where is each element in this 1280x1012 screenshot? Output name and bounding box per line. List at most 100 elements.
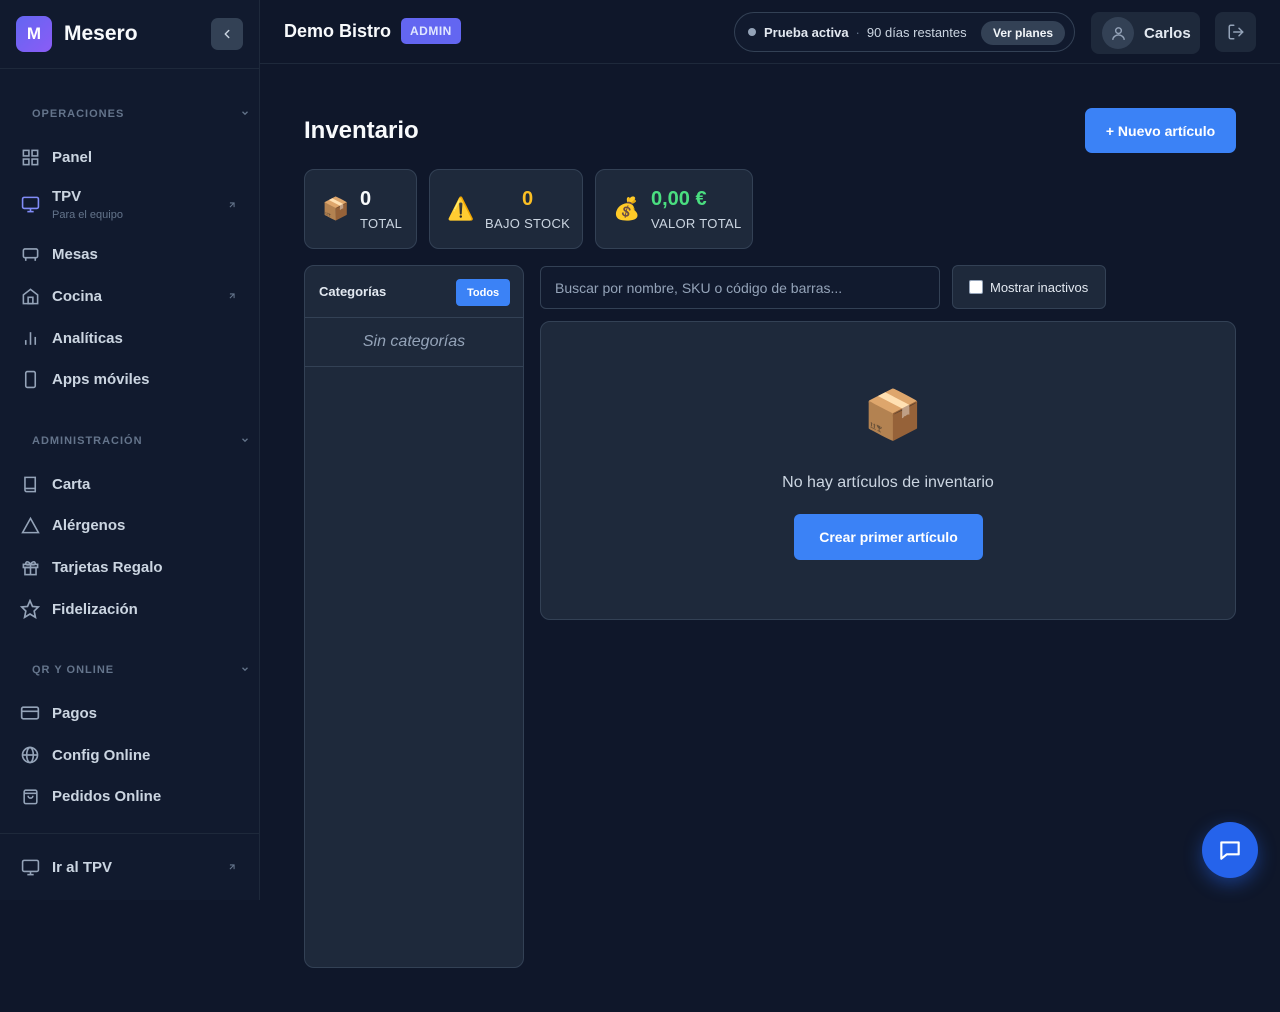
status-dot <box>748 28 756 36</box>
role-badge: ADMIN <box>401 18 461 44</box>
avatar <box>1102 17 1134 49</box>
brand-logo: M <box>16 16 52 52</box>
go-to-tpv-link[interactable]: Ir al TPV <box>0 849 259 885</box>
separator: · <box>855 24 860 40</box>
sidebar-item-label: Alérgenos <box>52 516 126 534</box>
sidebar-item-label: Pedidos Online <box>52 787 162 805</box>
warning-icon: ⚠️ <box>447 196 475 221</box>
stat-value: 0 <box>522 187 534 210</box>
sidebar-item-label: TPV <box>52 188 82 205</box>
book-icon <box>20 474 40 494</box>
sidebar-item-tpv[interactable]: TPV Para el equipo <box>0 182 259 228</box>
user-menu-button[interactable]: Carlos <box>1091 12 1200 54</box>
sidebar-item-config-online[interactable]: Config Online <box>0 737 259 773</box>
monitor-icon <box>20 857 40 877</box>
sidebar-item-fidelizacion[interactable]: Fidelización <box>0 591 259 627</box>
chat-icon <box>1220 841 1240 860</box>
globe-icon <box>20 745 40 765</box>
view-plans-button[interactable]: Ver planes <box>981 21 1066 45</box>
stat-card-total-value: 💰 0,00 € VALOR TOTAL <box>595 169 753 249</box>
sidebar-item-cocina[interactable]: Cocina <box>0 278 259 314</box>
sidebar-item-mesas[interactable]: Mesas <box>0 236 259 272</box>
sidebar-item-pagos[interactable]: Pagos <box>0 695 259 731</box>
categories-title: Categorías <box>319 284 387 299</box>
show-inactive-toggle[interactable]: Mostrar inactivos <box>952 265 1106 309</box>
categories-empty-text: Sin categorías <box>305 318 523 367</box>
user-name: Carlos <box>1144 24 1191 42</box>
external-link-icon <box>229 864 235 870</box>
section-header-administracion[interactable]: ADMINISTRACIÓN <box>32 435 143 447</box>
collapse-sidebar-button[interactable] <box>211 18 243 50</box>
warning-triangle-icon <box>20 515 40 535</box>
sidebar-item-label: Fidelización <box>52 600 138 618</box>
home-icon <box>20 286 40 306</box>
section-header-qr-online[interactable]: QR Y ONLINE <box>32 664 114 676</box>
stat-value: 0,00 € <box>651 187 707 210</box>
sidebar-item-label: Pagos <box>52 704 98 722</box>
gift-icon <box>20 557 40 577</box>
trial-status-pill: Prueba activa · 90 días restantes Ver pl… <box>734 12 1075 52</box>
brand: M Mesero <box>0 0 259 69</box>
smartphone-icon <box>20 369 40 389</box>
sidebar-nav[interactable]: OPERACIONES Panel TPV Para el equipo Mes… <box>0 69 259 833</box>
logout-button[interactable] <box>1215 12 1256 52</box>
categories-header: Categorías Todos <box>305 266 523 318</box>
stat-label: TOTAL <box>360 215 403 231</box>
sidebar-item-carta[interactable]: Carta <box>0 466 259 502</box>
stat-label: BAJO STOCK <box>485 215 571 231</box>
create-first-item-button[interactable]: Crear primer artículo <box>794 514 983 560</box>
section-header-operaciones[interactable]: OPERACIONES <box>32 108 124 120</box>
sidebar-item-label: Tarjetas Regalo <box>52 558 163 576</box>
money-bag-icon: 💰 <box>613 196 641 221</box>
empty-state-text: No hay artículos de inventario <box>782 474 994 491</box>
sidebar-item-label: Apps móviles <box>52 370 150 388</box>
sidebar-item-label: Analíticas <box>52 329 123 347</box>
chevron-down-icon[interactable] <box>240 664 250 674</box>
sidebar-item-panel[interactable]: Panel <box>0 139 259 175</box>
grid-icon <box>20 147 40 167</box>
search-input[interactable] <box>540 266 940 309</box>
sidebar-item-analiticas[interactable]: Analíticas <box>0 320 259 356</box>
credit-card-icon <box>20 703 40 723</box>
stat-value: 0 <box>360 187 372 210</box>
sidebar-item-apps-moviles[interactable]: Apps móviles <box>0 361 259 397</box>
sidebar-item-sublabel: Para el equipo <box>52 209 123 221</box>
chevron-down-icon[interactable] <box>240 435 250 445</box>
organization-name: Demo Bistro <box>284 21 392 41</box>
chat-button[interactable] <box>1202 822 1258 878</box>
stat-card-low-stock: ⚠️ 0 BAJO STOCK <box>429 169 583 249</box>
go-to-tpv-label: Ir al TPV <box>52 858 113 876</box>
stat-card-total: 📦 0 TOTAL <box>304 169 417 249</box>
sidebar-item-pedidos-online[interactable]: Pedidos Online <box>0 778 259 814</box>
monitor-icon <box>20 194 40 214</box>
sidebar-item-label: Panel <box>52 148 93 166</box>
star-icon <box>20 599 40 619</box>
sidebar-item-label: Mesas <box>52 245 98 263</box>
top-bar: Demo Bistro ADMIN Prueba activa · 90 día… <box>260 0 1280 64</box>
user-icon <box>1111 26 1125 40</box>
sidebar-item-alergenos[interactable]: Alérgenos <box>0 507 259 543</box>
logout-icon <box>1228 24 1243 40</box>
sidebar-item-tarjetas-regalo[interactable]: Tarjetas Regalo <box>0 549 259 585</box>
show-inactive-checkbox[interactable] <box>969 280 983 294</box>
chevron-down-icon[interactable] <box>240 108 250 118</box>
sidebar-item-label: Config Online <box>52 746 151 764</box>
trial-days-remaining: 90 días restantes <box>866 24 967 40</box>
inventory-empty-state: 📦 No hay artículos de inventario Crear p… <box>540 321 1236 620</box>
table-icon <box>20 244 40 264</box>
shopping-bag-icon <box>20 786 40 806</box>
sidebar-item-label: Carta <box>52 475 91 493</box>
sidebar-footer: Ir al TPV <box>0 833 259 900</box>
stat-label: VALOR TOTAL <box>651 215 742 231</box>
external-link-icon <box>229 293 235 299</box>
categories-panel: Categorías Todos Sin categorías <box>304 265 524 968</box>
brand-name: Mesero <box>64 22 138 45</box>
page-title: Inventario <box>304 117 419 144</box>
trial-status: Prueba activa <box>764 24 849 40</box>
show-inactive-label: Mostrar inactivos <box>990 279 1089 295</box>
new-item-button[interactable]: + Nuevo artículo <box>1085 108 1236 153</box>
sidebar: M Mesero OPERACIONES Panel TPV Para el e… <box>0 0 260 900</box>
all-categories-button[interactable]: Todos <box>456 279 511 306</box>
external-link-icon <box>229 202 235 208</box>
chevron-left-icon <box>224 29 230 39</box>
